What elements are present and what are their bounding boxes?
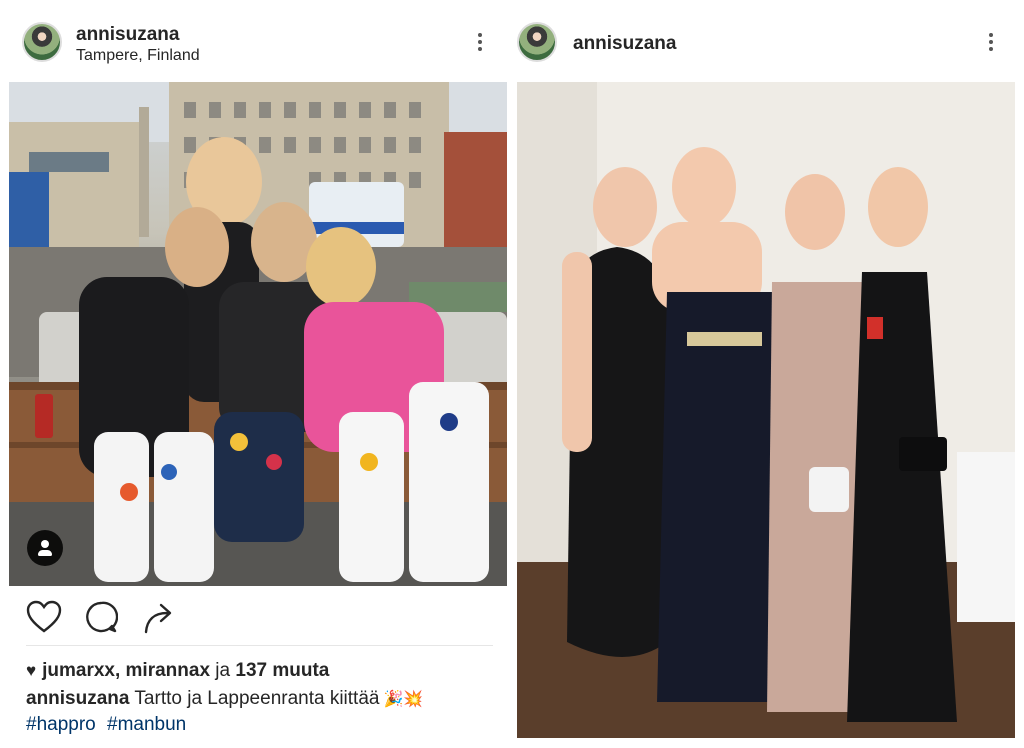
- avatar[interactable]: [22, 22, 62, 62]
- username[interactable]: annisuzana: [573, 33, 676, 55]
- location[interactable]: Tampere, Finland: [76, 47, 200, 65]
- caption-username[interactable]: annisuzana: [26, 688, 129, 709]
- post-header: annisuzana Tampere, Finland: [0, 0, 512, 82]
- username[interactable]: annisuzana: [76, 24, 179, 46]
- post-photo[interactable]: [9, 82, 507, 586]
- caption-emoji: 🎉💥: [383, 691, 424, 708]
- post-left: annisuzana Tampere, Finland ♥ jumarxx, m…: [0, 0, 512, 748]
- divider: [26, 645, 493, 646]
- post-header: annisuzana: [512, 0, 1024, 82]
- more-vertical-icon[interactable]: [981, 30, 1001, 56]
- hashtags: #happro #manbun: [26, 714, 192, 736]
- liked-by-users[interactable]: jumarxx, mirannax: [42, 660, 210, 681]
- photo-illustration: [517, 82, 1015, 738]
- post-photo[interactable]: [517, 82, 1015, 738]
- hashtag[interactable]: #manbun: [107, 714, 186, 735]
- share-arrow-icon[interactable]: [142, 600, 176, 634]
- heart-outline-icon[interactable]: [26, 600, 62, 634]
- caption: annisuzana Tartto ja Lappeenranta kiittä…: [26, 688, 423, 710]
- caption-text: Tartto ja Lappeenranta kiittää: [134, 688, 380, 709]
- likes-others-count[interactable]: 137 muuta: [235, 660, 329, 681]
- likes-summary: ♥ jumarxx, mirannax ja 137 muuta: [26, 660, 329, 682]
- hashtag[interactable]: #happro: [26, 714, 96, 735]
- user-tag-icon[interactable]: [27, 530, 63, 566]
- photo-illustration: [9, 82, 507, 586]
- avatar[interactable]: [517, 22, 557, 62]
- action-bar: [26, 600, 196, 636]
- comment-bubble-icon[interactable]: [84, 600, 118, 634]
- more-vertical-icon[interactable]: [470, 30, 490, 56]
- likes-conjunction: ja: [215, 660, 231, 681]
- heart-filled-icon: ♥: [26, 661, 37, 680]
